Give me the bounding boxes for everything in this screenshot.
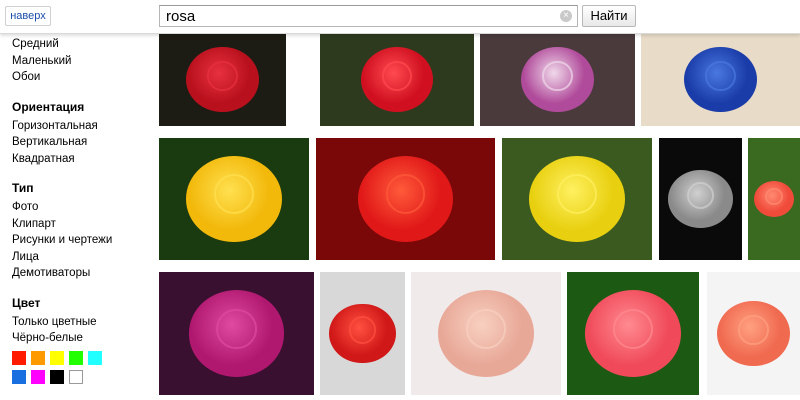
rose-center: [612, 308, 654, 349]
result-thumbnail-blue-rose[interactable]: [641, 33, 800, 126]
result-thumbnail-red-rose-branch[interactable]: [320, 272, 405, 395]
result-thumbnail-purple-white-roses[interactable]: [480, 33, 635, 126]
search-input[interactable]: [160, 6, 555, 26]
color-swatches: [12, 350, 152, 384]
result-thumbnail-pink-rose-leaves[interactable]: [567, 272, 699, 395]
result-thumbnail-magenta-rose[interactable]: [159, 272, 314, 395]
color-swatch-blue[interactable]: [12, 369, 26, 384]
type-faces[interactable]: Лица: [12, 249, 152, 266]
color-swatch-yellow[interactable]: [50, 350, 64, 365]
rose-center: [738, 314, 769, 346]
result-thumbnail-red-rose-dew[interactable]: [320, 33, 474, 126]
orientation-heading: Ориентация: [12, 99, 85, 114]
rose-center: [216, 308, 257, 349]
color-swatch-orange[interactable]: [31, 350, 45, 365]
rose-center: [214, 174, 254, 215]
size-filter-wallpaper[interactable]: Обои: [12, 69, 152, 86]
rose-center: [557, 174, 597, 215]
search-button[interactable]: Найти: [582, 5, 636, 27]
rose-center: [207, 60, 238, 92]
result-thumbnail-yellow-rose[interactable]: [159, 138, 309, 260]
size-filter-medium[interactable]: Средний: [12, 36, 152, 53]
orientation-square[interactable]: Квадратная: [12, 151, 152, 168]
color-swatch-black[interactable]: [50, 369, 64, 384]
result-thumbnail-yellow-roses-garden[interactable]: [502, 138, 652, 260]
rose-center: [381, 60, 413, 92]
filters-sidebar: Средний Маленький Обои Ориентация Горизо…: [12, 36, 152, 384]
clear-search-icon[interactable]: ×: [560, 10, 572, 22]
color-swatch-cyan[interactable]: [88, 350, 102, 365]
color-swatch-white[interactable]: [69, 369, 83, 384]
color-swatch-magenta[interactable]: [31, 369, 45, 384]
result-thumbnail-salmon-rose[interactable]: [707, 272, 800, 395]
color-swatch-red[interactable]: [12, 350, 26, 365]
result-thumbnail-coral-rose-dew[interactable]: [748, 138, 800, 260]
rose-center: [465, 308, 507, 349]
rose-center: [765, 188, 783, 206]
color-heading: Цвет: [12, 295, 41, 310]
result-thumbnail-pink-rose-jewelry[interactable]: [411, 272, 561, 395]
type-photo[interactable]: Фото: [12, 199, 152, 216]
color-swatch-green[interactable]: [69, 350, 83, 365]
rose-center: [542, 60, 573, 92]
search-box: ×: [159, 5, 578, 27]
type-drawings[interactable]: Рисунки и чертежи: [12, 232, 152, 249]
type-clipart[interactable]: Клипарт: [12, 216, 152, 233]
result-thumbnail-red-roses-bouquet[interactable]: [316, 138, 495, 260]
type-heading: Тип: [12, 181, 34, 195]
orientation-vertical[interactable]: Вертикальная: [12, 134, 152, 151]
color-only-color[interactable]: Только цветные: [12, 314, 152, 331]
type-demotivators[interactable]: Демотиваторы: [12, 265, 152, 282]
result-thumbnail-black-white-rose[interactable]: [659, 138, 742, 260]
scroll-to-top-button[interactable]: наверх: [5, 6, 51, 26]
top-bar: наверх × Найти: [0, 0, 800, 34]
rose-center: [705, 60, 736, 92]
orientation-horizontal[interactable]: Горизонтальная: [12, 118, 152, 135]
color-black-white[interactable]: Чёрно-белые: [12, 330, 152, 347]
result-thumbnail-dark-red-rose[interactable]: [159, 33, 286, 126]
size-filter-small[interactable]: Маленький: [12, 53, 152, 70]
